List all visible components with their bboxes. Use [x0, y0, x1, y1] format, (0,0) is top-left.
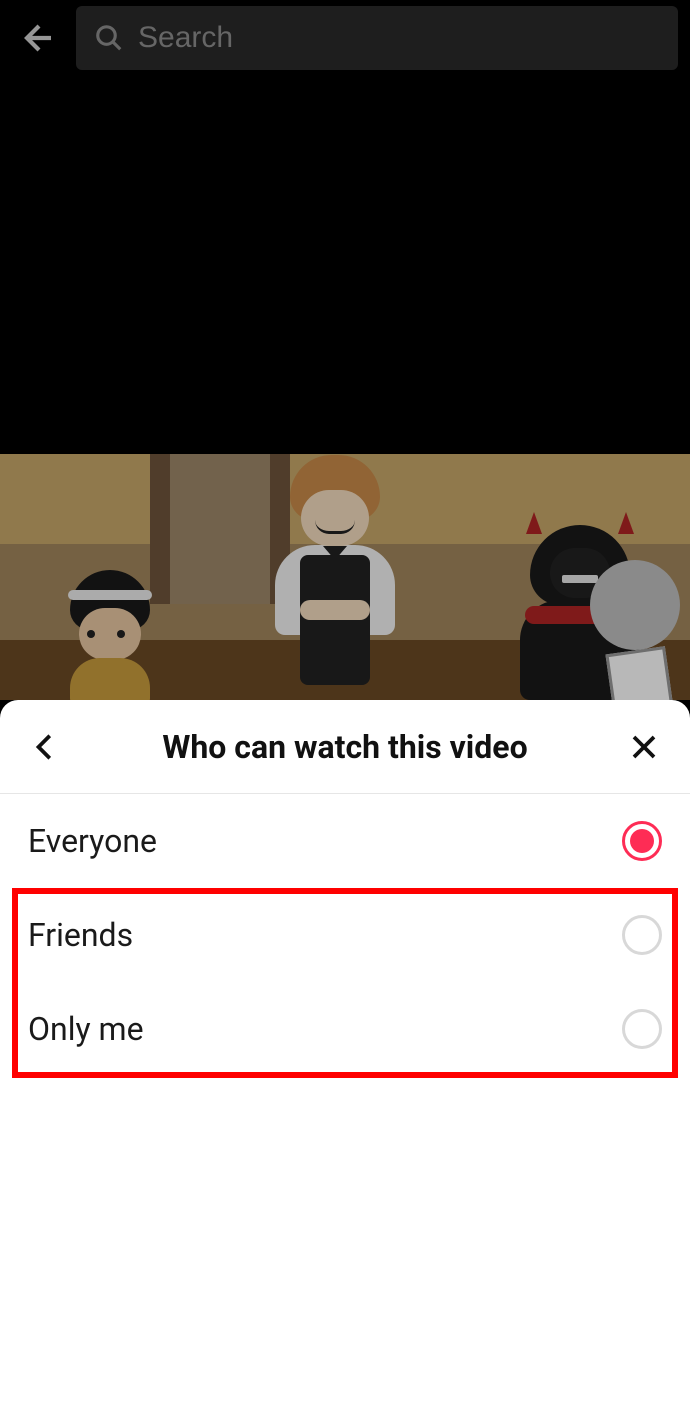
sheet-close-button[interactable]: [622, 725, 666, 769]
top-header: [0, 0, 690, 75]
chevron-left-icon: [31, 732, 61, 762]
search-box[interactable]: [76, 6, 678, 70]
radio-button[interactable]: [622, 821, 662, 861]
privacy-option-only-me[interactable]: Only me: [28, 982, 662, 1076]
privacy-option-friends[interactable]: Friends: [28, 888, 662, 982]
sheet-title: Who can watch this video: [68, 728, 622, 766]
video-frame: [0, 454, 690, 700]
privacy-options: Everyone Friends Only me: [0, 794, 690, 1076]
sheet-back-button[interactable]: [24, 725, 68, 769]
sheet-header: Who can watch this video: [0, 700, 690, 794]
option-label: Everyone: [28, 822, 157, 860]
option-label: Only me: [28, 1010, 144, 1048]
video-area[interactable]: [0, 0, 690, 700]
privacy-option-everyone[interactable]: Everyone: [28, 794, 662, 888]
close-icon: [629, 732, 659, 762]
back-button[interactable]: [12, 14, 60, 62]
arrow-left-icon: [18, 20, 54, 56]
option-label: Friends: [28, 916, 133, 954]
search-input[interactable]: [138, 21, 660, 55]
video-scene: [0, 454, 690, 700]
privacy-sheet: Who can watch this video Everyone Friend…: [0, 700, 690, 1401]
radio-button[interactable]: [622, 1009, 662, 1049]
search-icon: [94, 23, 124, 53]
avatar[interactable]: [590, 560, 680, 650]
radio-button[interactable]: [622, 915, 662, 955]
